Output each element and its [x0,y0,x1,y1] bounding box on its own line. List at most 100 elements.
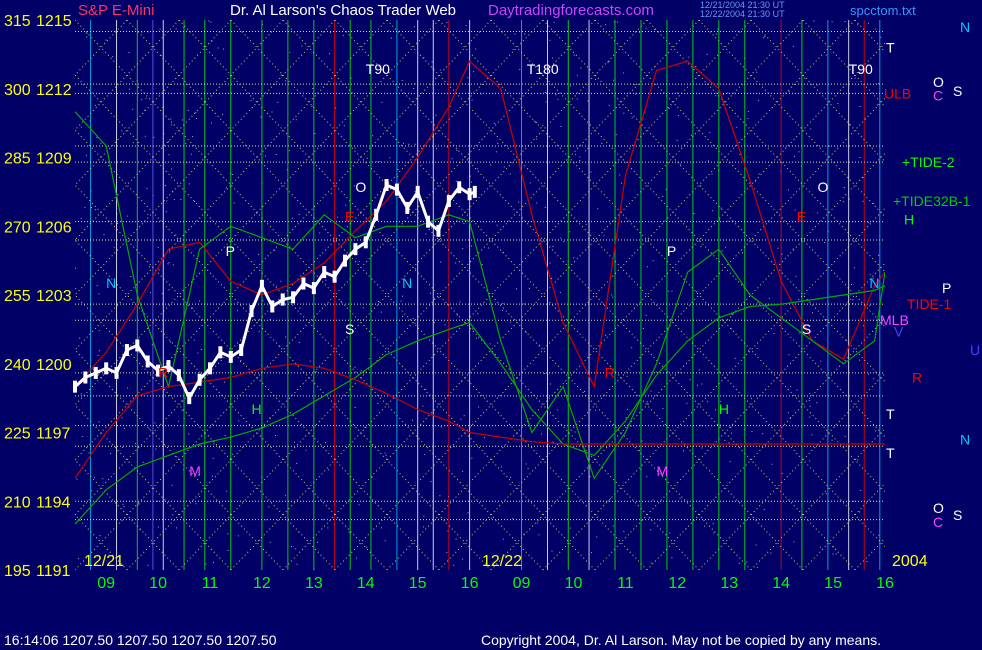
star-dot [696,291,698,293]
star-dot [197,352,199,354]
star-dot [422,405,424,407]
star-dot [594,409,596,411]
star-dot [668,108,670,110]
price-bar [353,243,358,256]
star-dot [607,62,609,64]
star-dot [354,407,356,408]
star-dot [265,519,267,521]
star-dot [176,456,178,458]
side-label-t: T [886,406,895,422]
star-dot [164,185,166,187]
star-dot [527,468,529,470]
marker-label-h: H [252,401,262,417]
star-dot [105,39,107,41]
price-bar [332,270,337,283]
star-dot [225,187,227,189]
star-dot [284,80,286,82]
star-dot [180,199,182,200]
price-bar [363,236,368,249]
star-dot [168,262,170,264]
star-dot [91,490,92,492]
star-dot [495,151,497,153]
star-dot [541,433,543,435]
price-bar [291,291,296,304]
star-dot [294,441,295,443]
star-dot [793,156,795,158]
star-dot [210,21,212,23]
x-tick-hour: 15 [824,575,842,592]
star-dot [711,173,713,175]
star-dot [607,500,609,502]
star-dot [414,143,416,145]
star-dot [707,160,709,162]
star-dot [846,339,848,341]
star-dot [605,334,606,336]
star-dot [449,106,451,108]
star-dot [843,187,845,188]
star-dot [878,254,880,256]
x-tick-hour: 16 [461,575,479,592]
star-dot [98,350,100,352]
star-dot [587,147,589,149]
y-tick-price: 1209 [36,151,72,168]
star-dot [623,112,625,114]
star-dot [128,88,130,90]
star-dot [463,415,465,417]
star-dot [763,508,765,510]
star-dot [635,93,636,95]
side-label-v: V [894,324,904,340]
star-dot [798,151,800,153]
star-dot [597,208,599,210]
star-dot [696,384,698,386]
star-dot [130,276,132,277]
side-label--tide32b-1: +TIDE32B-1 [893,193,971,209]
price-bar [218,346,223,359]
star-dot [78,558,79,560]
site-link[interactable]: Daytradingforecasts.com [488,2,654,19]
star-dot [311,105,313,107]
star-dot [874,430,876,432]
star-dot [173,199,175,201]
star-dot [789,417,791,418]
star-dot [260,116,262,118]
star-dot [796,389,798,391]
star-dot [154,422,156,424]
star-dot [859,359,861,361]
price-bar [259,279,264,292]
star-dot [862,200,864,202]
star-dot [671,557,673,559]
star-dot [553,21,555,23]
star-dot [275,154,277,155]
star-dot [873,378,875,380]
star-dot [103,233,105,235]
price-bar [384,179,389,191]
star-dot [413,88,415,89]
star-dot [758,173,760,175]
star-dot [455,538,457,540]
star-dot [804,77,806,79]
star-dot [755,180,757,182]
star-dot [380,311,382,313]
star-dot [389,157,391,159]
star-dot [788,91,790,93]
price-bar [394,183,399,196]
star-dot [446,146,448,148]
star-dot [75,287,77,289]
star-dot [523,303,525,305]
star-dot [358,504,360,506]
star-dot [165,211,167,213]
star-dot [85,154,87,156]
star-dot [425,233,427,235]
star-dot [686,402,688,404]
star-dot [80,126,82,128]
star-dot [857,24,859,26]
star-dot [213,562,214,564]
star-dot [447,530,449,532]
star-dot [79,337,81,339]
star-dot [422,526,424,528]
star-dot [467,512,469,514]
star-dot [569,231,571,233]
star-dot [580,67,582,69]
star-dot [80,217,82,219]
star-dot [403,142,404,144]
